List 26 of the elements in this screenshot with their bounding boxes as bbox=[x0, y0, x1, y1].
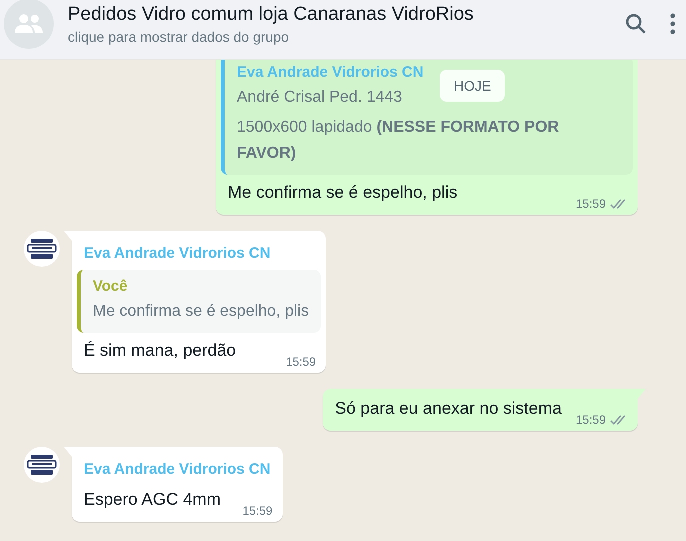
message-time: 15:59 bbox=[576, 413, 606, 427]
sender-name[interactable]: Eva Andrade Vidrorios CN bbox=[82, 237, 316, 266]
search-icon bbox=[624, 12, 648, 36]
group-title[interactable]: Pedidos Vidro comum loja Canaranas VidroRios bbox=[68, 4, 606, 26]
message-text: É sim mana, perdão bbox=[84, 341, 236, 362]
message-time: 15:59 bbox=[576, 197, 606, 211]
message-time: 15:59 bbox=[286, 355, 316, 369]
quote-author: Eva Andrade Vidrorios CN bbox=[237, 64, 424, 81]
quote-text: André Crisal Ped. 1443 bbox=[237, 88, 402, 108]
quoted-message[interactable]: Você Me confirma se é espelho, plis bbox=[77, 270, 322, 333]
vidro-logo-icon bbox=[26, 454, 58, 476]
group-subtitle[interactable]: clique para mostrar dados do grupo bbox=[68, 29, 606, 45]
vidro-logo-icon bbox=[26, 238, 58, 260]
quote-author: Você bbox=[93, 278, 128, 295]
sender-avatar[interactable] bbox=[24, 231, 60, 267]
message-text: Só para eu anexar no sistema bbox=[335, 399, 562, 420]
date-badge: HOJE bbox=[440, 70, 506, 102]
menu-icon bbox=[670, 12, 676, 34]
quote-text: Me confirma se é espelho, plis bbox=[93, 302, 310, 322]
message-text: Me confirma se é espelho, plis bbox=[228, 183, 458, 204]
message-text: Espero AGC 4mm bbox=[84, 490, 221, 511]
quote-text: 1500x600 lapidado (NESSE FORMATO POR FAVOR) bbox=[237, 118, 560, 164]
message-time: 15:59 bbox=[242, 504, 273, 518]
sender-name[interactable]: Eva Andrade Vidrorios CN bbox=[82, 453, 273, 482]
sender-avatar[interactable] bbox=[24, 447, 60, 483]
people-icon bbox=[14, 14, 44, 34]
